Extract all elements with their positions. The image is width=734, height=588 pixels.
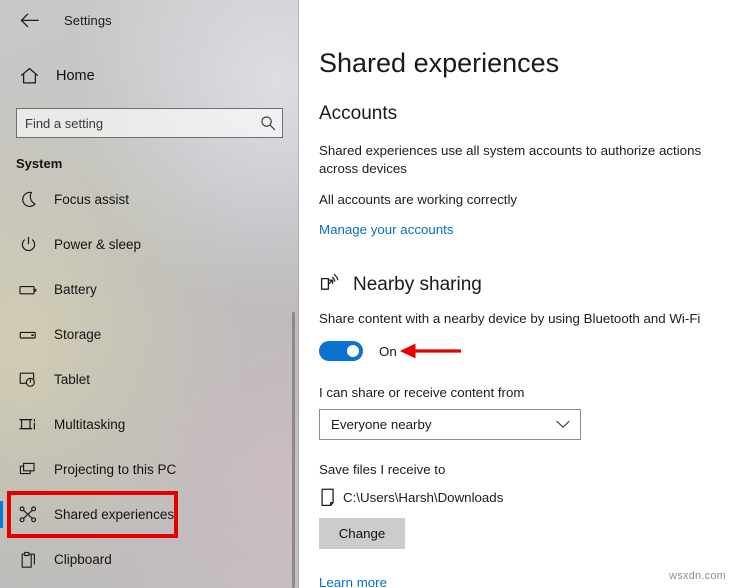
search-box[interactable] xyxy=(16,108,283,138)
sidebar-item-label: Tablet xyxy=(54,372,90,387)
nav-section-title: System xyxy=(16,156,299,171)
chevron-down-icon xyxy=(556,416,570,434)
page-title: Shared experiences xyxy=(319,48,734,79)
sidebar-item-tablet[interactable]: Tablet xyxy=(0,357,299,402)
save-files-label: Save files I receive to xyxy=(319,462,734,477)
nearby-sharing-toggle-row: On xyxy=(319,339,734,363)
sidebar-item-multitasking[interactable]: Multitasking xyxy=(0,402,299,447)
title-bar: Settings xyxy=(0,0,299,40)
callout-arrow-icon xyxy=(399,340,463,367)
back-button[interactable] xyxy=(14,7,44,33)
accounts-status: All accounts are working correctly xyxy=(319,191,729,209)
share-from-selected-value: Everyone nearby xyxy=(331,417,432,432)
sidebar-item-focus-assist[interactable]: Focus assist xyxy=(0,177,299,222)
sidebar-scrollbar[interactable] xyxy=(292,312,295,588)
search-input[interactable] xyxy=(17,109,254,137)
sidebar-item-home[interactable]: Home xyxy=(0,58,299,94)
sidebar-item-label: Power & sleep xyxy=(54,237,141,252)
back-arrow-icon xyxy=(20,13,39,28)
shared-experiences-icon xyxy=(14,506,42,523)
save-path-value: C:\Users\Harsh\Downloads xyxy=(343,490,503,505)
accounts-description: Shared experiences use all system accoun… xyxy=(319,142,729,178)
sidebar-item-shared-experiences[interactable]: Shared experiences xyxy=(0,492,299,537)
share-from-select[interactable]: Everyone nearby xyxy=(319,409,581,440)
sidebar-item-label: Multitasking xyxy=(54,417,125,432)
sidebar-item-power-sleep[interactable]: Power & sleep xyxy=(0,222,299,267)
storage-drive-icon xyxy=(14,328,42,342)
settings-window: Settings Home System xyxy=(0,0,734,588)
nearby-sharing-heading-text: Nearby sharing xyxy=(353,274,482,296)
nearby-sharing-heading: Nearby sharing xyxy=(319,273,734,297)
moon-icon xyxy=(14,191,42,208)
multitasking-icon xyxy=(14,416,42,433)
home-icon xyxy=(14,67,44,85)
content-pane: Shared experiences Accounts Shared exper… xyxy=(299,0,734,588)
accounts-heading: Accounts xyxy=(319,103,734,125)
watermark: wsxdn.com xyxy=(669,570,726,582)
manage-your-accounts-link[interactable]: Manage your accounts xyxy=(319,222,454,237)
nearby-sharing-description: Share content with a nearby device by us… xyxy=(319,310,729,328)
sidebar-item-clipboard[interactable]: Clipboard xyxy=(0,537,299,582)
toggle-knob xyxy=(347,345,359,357)
sidebar-item-label: Projecting to this PC xyxy=(54,462,176,477)
clipboard-icon xyxy=(14,551,42,569)
sidebar-item-projecting-to-this-pc[interactable]: Projecting to this PC xyxy=(0,447,299,492)
power-icon xyxy=(14,236,42,253)
change-button[interactable]: Change xyxy=(319,518,405,549)
save-path-row: C:\Users\Harsh\Downloads xyxy=(319,487,734,507)
share-cast-icon xyxy=(319,273,345,297)
sidebar-item-label: Storage xyxy=(54,327,101,342)
navigation-pane: Settings Home System xyxy=(0,0,299,588)
sidebar-item-storage[interactable]: Storage xyxy=(0,312,299,357)
sidebar-item-label-home: Home xyxy=(56,68,95,84)
toggle-state-label: On xyxy=(379,344,397,359)
share-from-label: I can share or receive content from xyxy=(319,385,734,400)
sidebar-item-label: Clipboard xyxy=(54,552,112,567)
battery-icon xyxy=(14,283,42,297)
projecting-icon xyxy=(14,462,42,478)
learn-more-link[interactable]: Learn more xyxy=(319,575,387,588)
sidebar-item-label: Battery xyxy=(54,282,97,297)
search-icon xyxy=(254,109,282,137)
sidebar-item-battery[interactable]: Battery xyxy=(0,267,299,312)
app-title: Settings xyxy=(64,13,112,28)
sidebar-item-label: Shared experiences xyxy=(54,507,174,522)
sidebar-item-label: Focus assist xyxy=(54,192,129,207)
nav-list: Focus assist Power & sleep xyxy=(0,177,299,582)
tablet-icon xyxy=(14,371,42,388)
nearby-sharing-toggle[interactable] xyxy=(319,341,363,361)
folder-page-icon xyxy=(319,487,337,507)
